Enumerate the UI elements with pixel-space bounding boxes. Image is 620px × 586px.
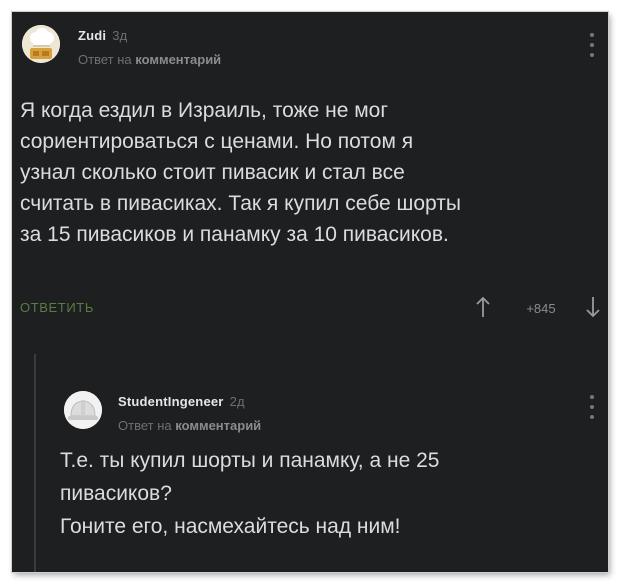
reply-to-link[interactable]: комментарий — [135, 52, 221, 67]
reply-to-prefix: Ответ на — [78, 52, 132, 67]
comment: Zudi 3д Ответ на комментарий Я когда езди… — [12, 12, 608, 352]
comment-text: Т.е. ты купил шорты и панамку, а не 25 п… — [60, 449, 440, 538]
reply-to-prefix: Ответ на — [118, 418, 172, 433]
more-options-icon[interactable] — [589, 395, 595, 419]
reply-to-link[interactable]: комментарий — [175, 418, 261, 433]
chef-hat-avatar-icon[interactable] — [22, 25, 60, 63]
timestamp: 3д — [112, 28, 128, 43]
comment-thread: Zudi 3д Ответ на комментарий Я когда езди… — [12, 12, 608, 572]
thread-line — [34, 354, 36, 572]
username[interactable]: Zudi 3д — [78, 28, 127, 43]
downvote-arrow-icon[interactable] — [582, 292, 604, 322]
reply-comment: StudentIngeneer 2д Ответ на комментарий Т… — [46, 374, 608, 572]
reply-button[interactable]: ОТВЕТИТЬ — [20, 300, 94, 315]
more-options-icon[interactable] — [589, 33, 595, 57]
timestamp: 2д — [229, 394, 245, 409]
reply-to-info: Ответ на комментарий — [118, 418, 261, 433]
comment-score: +845 — [526, 301, 556, 316]
reply-to-info: Ответ на комментарий — [78, 52, 221, 67]
hard-hat-avatar-icon[interactable] — [64, 391, 102, 429]
comment-text: Я когда ездил в Израиль, тоже не мог сор… — [20, 99, 461, 246]
username[interactable]: StudentIngeneer 2д — [118, 394, 245, 409]
upvote-arrow-icon[interactable] — [472, 292, 494, 322]
